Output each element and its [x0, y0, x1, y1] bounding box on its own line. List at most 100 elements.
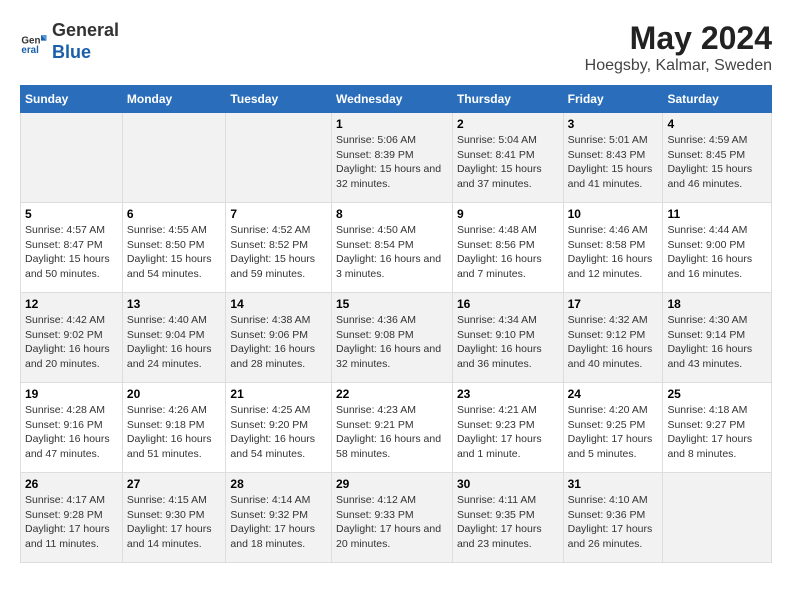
calendar-cell: 13Sunrise: 4:40 AM Sunset: 9:04 PM Dayli… [122, 293, 226, 383]
calendar-week-row: 19 Sunrise: 4:28 AM Sunset: 9:16 PM Dayli… [21, 383, 772, 473]
day-info: Sunrise: 5:01 AM Sunset: 8:43 PM Dayligh… [568, 133, 659, 192]
header-sunday: Sunday [21, 86, 123, 113]
day-number: 26 [25, 477, 118, 491]
day-number: 30 [457, 477, 559, 491]
calendar-cell: 28Sunrise: 4:14 AM Sunset: 9:32 PM Dayli… [226, 473, 332, 563]
day-info: Sunrise: 4:57 AM Sunset: 8:47 PM Dayligh… [25, 223, 118, 282]
calendar-subtitle: Hoegsby, Kalmar, Sweden [585, 57, 772, 75]
calendar-cell: 9 Sunrise: 4:48 AM Sunset: 8:56 PM Daylig… [452, 203, 563, 293]
day-number: 9 [457, 207, 559, 221]
day-number: 10 [568, 207, 659, 221]
day-info: Sunrise: 4:52 AM Sunset: 8:52 PM Dayligh… [230, 223, 327, 282]
day-info: Sunrise: 4:48 AM Sunset: 8:56 PM Dayligh… [457, 223, 559, 282]
calendar-cell: 24 Sunrise: 4:20 AM Sunset: 9:25 PM Dayli… [563, 383, 663, 473]
calendar-cell: 7 Sunrise: 4:52 AM Sunset: 8:52 PM Daylig… [226, 203, 332, 293]
day-number: 31 [568, 477, 659, 491]
day-info: Sunrise: 4:32 AM Sunset: 9:12 PM Dayligh… [568, 313, 659, 372]
day-info: Sunrise: 4:55 AM Sunset: 8:50 PM Dayligh… [127, 223, 222, 282]
title-block: May 2024 Hoegsby, Kalmar, Sweden [585, 20, 772, 75]
day-number: 28 [230, 477, 327, 491]
day-info: Sunrise: 4:30 AM Sunset: 9:14 PM Dayligh… [667, 313, 767, 372]
day-info: Sunrise: 4:18 AM Sunset: 9:27 PM Dayligh… [667, 403, 767, 462]
calendar-cell: 1 Sunrise: 5:06 AM Sunset: 8:39 PM Daylig… [331, 113, 452, 203]
day-number: 8 [336, 207, 448, 221]
calendar-cell: 2 Sunrise: 5:04 AM Sunset: 8:41 PM Daylig… [452, 113, 563, 203]
header-friday: Friday [563, 86, 663, 113]
day-info: Sunrise: 4:44 AM Sunset: 9:00 PM Dayligh… [667, 223, 767, 282]
calendar-cell: 30 Sunrise: 4:11 AM Sunset: 9:35 PM Dayli… [452, 473, 563, 563]
calendar-cell: 6 Sunrise: 4:55 AM Sunset: 8:50 PM Daylig… [122, 203, 226, 293]
logo-icon: Gen eral [20, 28, 48, 56]
calendar-cell: 21 Sunrise: 4:25 AM Sunset: 9:20 PM Dayli… [226, 383, 332, 473]
day-number: 7 [230, 207, 327, 221]
header-tuesday: Tuesday [226, 86, 332, 113]
day-number: 16 [457, 297, 559, 311]
day-number: 1 [336, 117, 448, 131]
day-info: Sunrise: 4:10 AM Sunset: 9:36 PM Dayligh… [568, 493, 659, 552]
day-info: Sunrise: 4:11 AM Sunset: 9:35 PM Dayligh… [457, 493, 559, 552]
day-info: Sunrise: 4:23 AM Sunset: 9:21 PM Dayligh… [336, 403, 448, 462]
day-info: Sunrise: 4:50 AM Sunset: 8:54 PM Dayligh… [336, 223, 448, 282]
calendar-cell: 15Sunrise: 4:36 AM Sunset: 9:08 PM Dayli… [331, 293, 452, 383]
calendar-cell: 14 Sunrise: 4:38 AM Sunset: 9:06 PM Dayli… [226, 293, 332, 383]
day-number: 19 [25, 387, 118, 401]
day-info: Sunrise: 4:36 AM Sunset: 9:08 PM Dayligh… [336, 313, 448, 372]
day-number: 4 [667, 117, 767, 131]
day-number: 12 [25, 297, 118, 311]
day-info: Sunrise: 4:28 AM Sunset: 9:16 PM Dayligh… [25, 403, 118, 462]
calendar-title: May 2024 [585, 20, 772, 57]
day-number: 22 [336, 387, 448, 401]
day-info: Sunrise: 4:34 AM Sunset: 9:10 PM Dayligh… [457, 313, 559, 372]
day-info: Sunrise: 5:06 AM Sunset: 8:39 PM Dayligh… [336, 133, 448, 192]
calendar-cell: 27 Sunrise: 4:15 AM Sunset: 9:30 PM Dayli… [122, 473, 226, 563]
day-info: Sunrise: 4:59 AM Sunset: 8:45 PM Dayligh… [667, 133, 767, 192]
day-info: Sunrise: 4:20 AM Sunset: 9:25 PM Dayligh… [568, 403, 659, 462]
day-number: 20 [127, 387, 222, 401]
day-info: Sunrise: 4:46 AM Sunset: 8:58 PM Dayligh… [568, 223, 659, 282]
day-info: Sunrise: 4:26 AM Sunset: 9:18 PM Dayligh… [127, 403, 222, 462]
day-number: 23 [457, 387, 559, 401]
logo-blue-text: Blue [52, 42, 91, 62]
calendar-cell: 16 Sunrise: 4:34 AM Sunset: 9:10 PM Dayli… [452, 293, 563, 383]
day-info: Sunrise: 4:42 AM Sunset: 9:02 PM Dayligh… [25, 313, 118, 372]
day-number: 6 [127, 207, 222, 221]
svg-text:eral: eral [21, 45, 39, 56]
day-number: 18 [667, 297, 767, 311]
day-number: 25 [667, 387, 767, 401]
day-number: 24 [568, 387, 659, 401]
day-info: Sunrise: 4:25 AM Sunset: 9:20 PM Dayligh… [230, 403, 327, 462]
calendar-cell: 17 Sunrise: 4:32 AM Sunset: 9:12 PM Dayli… [563, 293, 663, 383]
calendar-cell [226, 113, 332, 203]
logo: Gen eral General Blue [20, 20, 119, 63]
day-number: 2 [457, 117, 559, 131]
day-info: Sunrise: 4:21 AM Sunset: 9:23 PM Dayligh… [457, 403, 559, 462]
calendar-week-row: 12 Sunrise: 4:42 AM Sunset: 9:02 PM Dayli… [21, 293, 772, 383]
day-info: Sunrise: 4:15 AM Sunset: 9:30 PM Dayligh… [127, 493, 222, 552]
day-number: 21 [230, 387, 327, 401]
calendar-cell: 10 Sunrise: 4:46 AM Sunset: 8:58 PM Dayli… [563, 203, 663, 293]
day-info: Sunrise: 4:38 AM Sunset: 9:06 PM Dayligh… [230, 313, 327, 372]
calendar-header-row: SundayMondayTuesdayWednesdayThursdayFrid… [21, 86, 772, 113]
calendar-cell: 29Sunrise: 4:12 AM Sunset: 9:33 PM Dayli… [331, 473, 452, 563]
page-header: Gen eral General Blue May 2024 Hoegsby, … [20, 20, 772, 75]
calendar-cell [663, 473, 772, 563]
logo-general-text: General [52, 20, 119, 40]
calendar-cell: 22 Sunrise: 4:23 AM Sunset: 9:21 PM Dayli… [331, 383, 452, 473]
calendar-table: SundayMondayTuesdayWednesdayThursdayFrid… [20, 85, 772, 563]
day-info: Sunrise: 4:40 AM Sunset: 9:04 PM Dayligh… [127, 313, 222, 372]
calendar-cell: 11 Sunrise: 4:44 AM Sunset: 9:00 PM Dayli… [663, 203, 772, 293]
day-number: 14 [230, 297, 327, 311]
day-number: 11 [667, 207, 767, 221]
calendar-cell: 18 Sunrise: 4:30 AM Sunset: 9:14 PM Dayli… [663, 293, 772, 383]
calendar-cell: 3Sunrise: 5:01 AM Sunset: 8:43 PM Daylig… [563, 113, 663, 203]
calendar-cell: 12 Sunrise: 4:42 AM Sunset: 9:02 PM Dayli… [21, 293, 123, 383]
day-number: 17 [568, 297, 659, 311]
calendar-cell: 26Sunrise: 4:17 AM Sunset: 9:28 PM Dayli… [21, 473, 123, 563]
calendar-cell: 23 Sunrise: 4:21 AM Sunset: 9:23 PM Dayli… [452, 383, 563, 473]
calendar-cell [21, 113, 123, 203]
day-number: 27 [127, 477, 222, 491]
day-info: Sunrise: 5:04 AM Sunset: 8:41 PM Dayligh… [457, 133, 559, 192]
calendar-cell: 4 Sunrise: 4:59 AM Sunset: 8:45 PM Daylig… [663, 113, 772, 203]
calendar-week-row: 1 Sunrise: 5:06 AM Sunset: 8:39 PM Daylig… [21, 113, 772, 203]
header-thursday: Thursday [452, 86, 563, 113]
